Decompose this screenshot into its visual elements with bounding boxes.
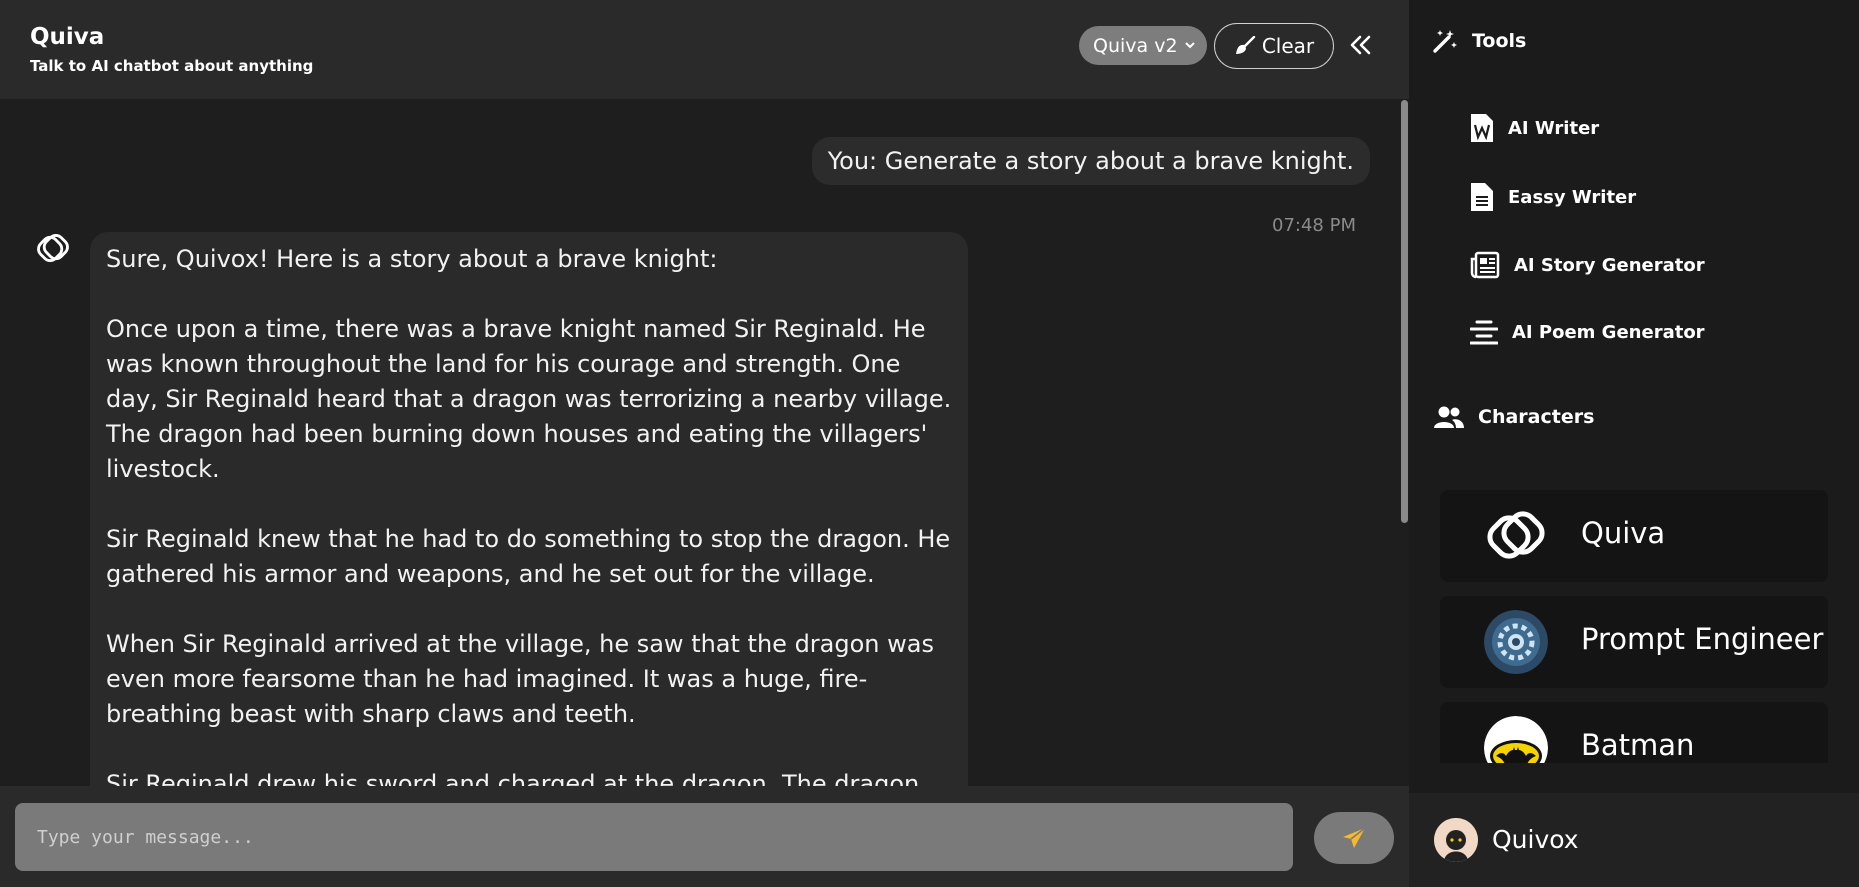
clear-button[interactable]: Clear [1214,23,1334,69]
bot-paragraph: When Sir Reginald arrived at the village… [106,630,934,728]
character-name: Batman [1581,728,1695,762]
send-button[interactable] [1314,812,1394,864]
model-select[interactable]: Quiva v2 [1079,26,1207,65]
user-message: You: Generate a story about a brave knig… [811,137,1370,185]
character-card-prompt-engineer[interactable]: Prompt Engineer [1440,596,1828,688]
quiva-logo-icon [1487,511,1545,559]
message-input[interactable] [15,803,1293,871]
character-card-batman[interactable]: Batman [1440,702,1828,763]
bot-paragraph: Sir Reginald drew his sword and charged … [106,770,920,786]
chevron-down-icon [1185,42,1195,49]
paper-plane-icon [1343,827,1366,848]
broom-icon [1235,36,1256,54]
app-subtitle: Talk to AI chatbot about anything [30,57,314,75]
users-icon [1434,406,1464,428]
character-name: Quiva [1581,516,1666,550]
chat-panel: Quiva Talk to AI chatbot about anything … [0,0,1409,887]
app-title: Quiva [30,24,105,50]
message-timestamp: 07:48 PM [1272,215,1356,236]
tool-label: AI Story Generator [1514,254,1705,276]
tool-ai-poem-generator[interactable]: AI Poem Generator [1470,319,1705,345]
align-center-icon [1470,320,1498,345]
character-card-quiva[interactable]: Quiva [1440,490,1828,582]
tool-ai-writer[interactable]: AI Writer [1470,113,1599,143]
batman-logo-icon [1484,716,1548,763]
tools-heading-label: Tools [1472,30,1527,52]
tools-heading: Tools [1432,28,1526,54]
clear-label: Clear [1261,34,1315,58]
newspaper-icon [1470,251,1500,279]
gear-avatar-icon [1484,610,1548,674]
double-chevron-left-icon[interactable] [1348,31,1372,59]
tool-ai-story-generator[interactable]: AI Story Generator [1470,251,1705,279]
document-icon [1471,183,1493,211]
message-list[interactable]: You: Generate a story about a brave knig… [0,99,1400,786]
character-list[interactable]: Quiva Prompt Engineer Batman [1440,490,1828,763]
user-avatar[interactable] [1434,818,1478,862]
character-name: Prompt Engineer [1581,622,1824,656]
tool-label: AI Writer [1508,117,1600,139]
chat-scrollbar-thumb[interactable] [1401,100,1408,523]
user-name: Quivox [1492,825,1579,854]
user-avatar-icon [1434,818,1478,862]
word-doc-icon [1471,114,1493,142]
characters-heading: Characters [1434,405,1594,429]
characters-heading-label: Characters [1478,406,1595,428]
bot-paragraph: Sir Reginald knew that he had to do some… [106,525,951,588]
bot-paragraph: Sure, Quivox! Here is a story about a br… [106,245,718,273]
bot-message: Sure, Quivox! Here is a story about a br… [90,232,968,786]
tool-label: AI Poem Generator [1512,321,1705,343]
tool-eassy-writer[interactable]: Eassy Writer [1470,182,1636,212]
bot-paragraph: Once upon a time, there was a brave knig… [106,315,952,483]
magic-wand-icon [1433,30,1457,53]
header-bar: Quiva Talk to AI chatbot about anything … [0,0,1409,99]
tool-label: Eassy Writer [1508,186,1637,208]
model-select-value: Quiva v2 [1093,34,1178,57]
quiva-logo-icon [37,233,69,263]
